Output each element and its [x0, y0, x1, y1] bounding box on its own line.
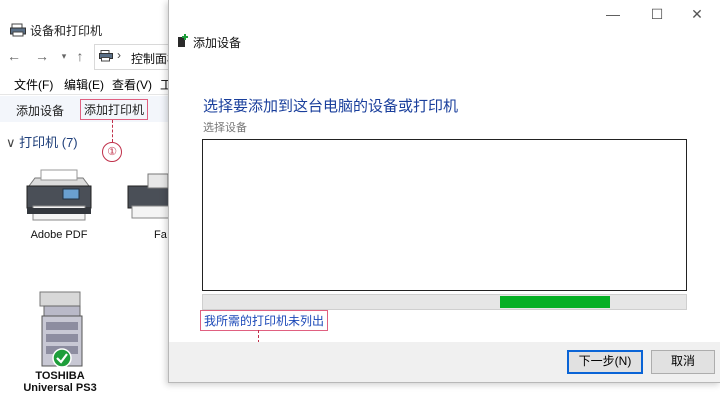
menu-bar: 文件(F) 编辑(E) 查看(V) 工	[0, 72, 172, 95]
device-list[interactable]	[202, 139, 687, 291]
printers-group-header[interactable]: ∨ 打印机 (7)	[6, 132, 78, 151]
group-title: 打印机 (7)	[19, 135, 78, 150]
cancel-button[interactable]: 取消	[651, 350, 715, 374]
back-arrow-icon[interactable]: ←	[6, 48, 22, 64]
add-printer-button[interactable]: 添加打印机	[80, 99, 149, 120]
dialog-footer: 下一步(N) 取消	[169, 342, 720, 382]
device-label-line2: Universal PS3	[23, 382, 97, 394]
chevron-down-icon[interactable]: ▾	[56, 51, 72, 62]
annotation-marker-1: ①	[102, 142, 122, 162]
printer-icon	[26, 169, 92, 221]
address-bar[interactable]: › 控制面板	[94, 44, 179, 70]
breadcrumb-separator: ›	[117, 48, 121, 62]
close-button[interactable]: ✕	[677, 4, 717, 28]
search-progress-bar	[202, 294, 687, 310]
device-adobe-pdf[interactable]: Adobe PDF	[14, 168, 104, 241]
command-bar: 添加设备 添加打印机	[0, 96, 170, 122]
chevron-down-icon: ∨	[6, 135, 20, 150]
fax-icon	[127, 173, 168, 219]
printer-folder-icon	[10, 23, 26, 37]
device-fax[interactable]: Fa	[124, 168, 168, 241]
control-panel-icon	[99, 50, 113, 62]
device-toshiba[interactable]: TOSHIBA Universal PS3	[10, 290, 110, 394]
forward-arrow-icon[interactable]: →	[34, 48, 50, 64]
up-arrow-icon[interactable]: ↑	[72, 48, 88, 64]
progress-fill	[500, 296, 610, 308]
menu-file[interactable]: 文件(F)	[14, 76, 53, 93]
explorer-title: 设备和打印机	[30, 24, 103, 38]
default-check-icon	[52, 348, 72, 368]
add-device-dialog: — ☐ ✕ 添加设备 选择要添加到这台电脑的设备或打印机 选择设备 我所需的打印…	[168, 0, 720, 383]
add-device-button[interactable]: 添加设备	[16, 102, 64, 119]
dialog-title: 添加设备	[193, 36, 242, 50]
maximize-button[interactable]: ☐	[637, 4, 677, 28]
device-label: TOSHIBA	[35, 370, 85, 382]
menu-edit[interactable]: 编辑(E)	[64, 76, 104, 93]
menu-view[interactable]: 查看(V)	[112, 76, 152, 93]
navigation-bar: ← → ▾ ↑ › 控制面板	[0, 44, 179, 70]
device-label: Fa	[154, 229, 167, 241]
add-device-icon	[178, 34, 188, 47]
dialog-subheading: 选择设备	[203, 122, 247, 134]
dialog-heading: 选择要添加到这台电脑的设备或打印机	[203, 98, 459, 115]
annotation-line-1	[112, 120, 113, 142]
printer-not-listed-link[interactable]: 我所需的打印机未列出	[200, 310, 329, 331]
minimize-button[interactable]: —	[593, 4, 633, 28]
next-button[interactable]: 下一步(N)	[567, 350, 643, 374]
explorer-titlebar: 设备和打印机	[0, 0, 170, 40]
device-label: Adobe PDF	[30, 229, 88, 241]
